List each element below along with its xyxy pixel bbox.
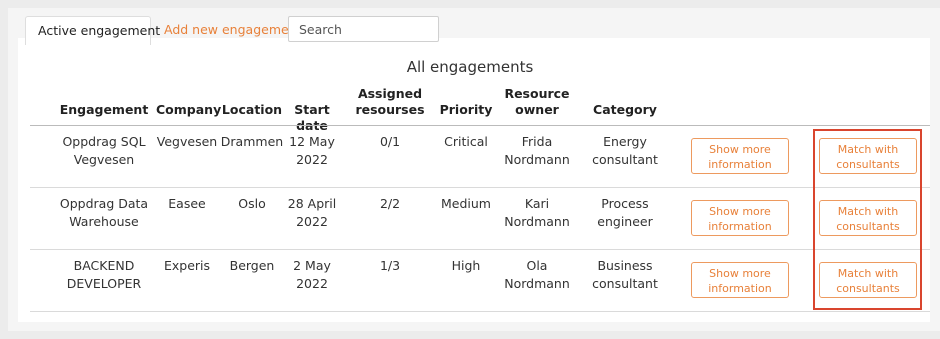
show-more-information-button[interactable]: Show more information [691,200,789,236]
engagement-name: Oppdrag SQL Vegvesen [62,134,146,167]
company: Vegvesen [156,134,218,149]
location: Bergen [229,258,275,273]
header-owner-line-2: owner [515,102,559,117]
engagement-name: Oppdrag Data Warehouse [59,196,149,229]
assigned-resources: 0/1 [379,134,401,149]
search-input[interactable] [288,16,439,42]
header-location: Location [221,102,283,117]
start-date: 12 May 2022 [289,134,335,167]
header-category: Category [593,102,657,117]
row-divider [30,311,930,312]
row-divider [30,249,930,250]
header-priority: Priority [439,102,493,117]
header-owner-line-1: Resource [504,86,570,101]
category: Business consultant [592,258,658,291]
show-more-information-button[interactable]: Show more information [691,262,789,298]
match-column-highlight [813,129,922,310]
company: Easee [168,196,206,211]
assigned-resources: 1/3 [379,258,401,273]
header-engagement: Engagement [59,102,149,117]
engagement-name: BACKEND DEVELOPER [66,258,142,291]
priority: High [451,258,481,273]
resource-owner: Frida Nordmann [504,134,570,167]
header-assigned: Assigned resourses [352,86,428,118]
category: Process engineer [597,196,653,229]
category: Energy consultant [592,134,658,167]
header-company: Company [156,102,222,117]
header-assigned-line-1: Assigned [357,86,423,101]
row-divider [30,187,930,188]
tab-active-engagement[interactable]: Active engagement [25,16,160,45]
start-date: 2 May 2022 [293,258,331,291]
location: Oslo [238,196,266,211]
assigned-resources: 2/2 [379,196,401,211]
header-resource-owner: Resource owner [502,86,572,118]
resource-owner: Ola Nordmann [504,258,570,291]
header-divider [30,125,930,126]
table-title: All engagements [406,58,534,76]
resource-owner: Kari Nordmann [504,196,570,229]
priority: Critical [444,134,488,149]
header-start-date: Start date [294,102,330,133]
start-date: 28 April 2022 [287,196,337,229]
header-assigned-line-2: resourses [355,102,425,117]
priority: Medium [441,196,491,211]
show-more-information-button[interactable]: Show more information [691,138,789,174]
location: Drammen [220,134,284,149]
company: Experis [163,258,211,273]
